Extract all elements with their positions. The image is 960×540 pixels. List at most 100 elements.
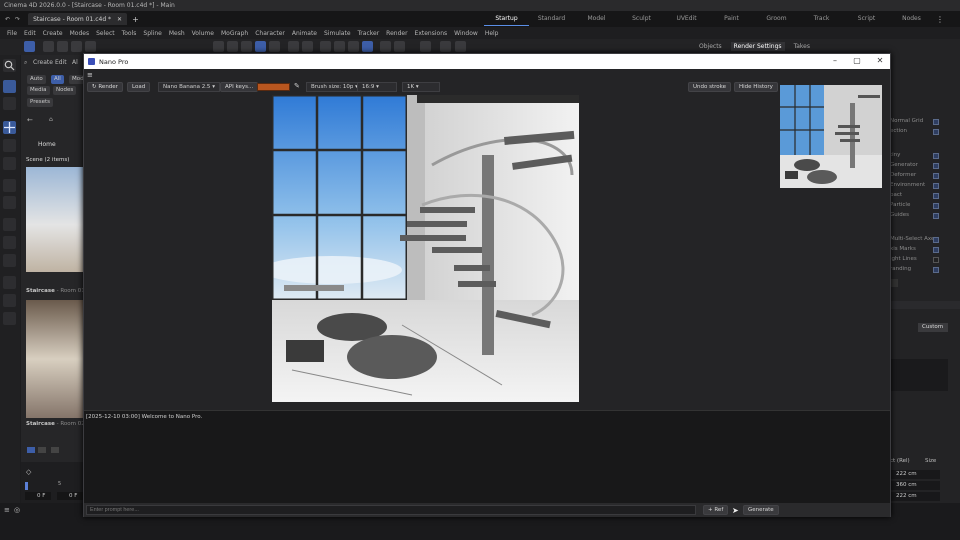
menu-help[interactable]: Help <box>485 30 499 37</box>
coordinate-system-icon[interactable] <box>85 41 96 52</box>
menu-file[interactable]: File <box>7 30 17 37</box>
checkbox[interactable] <box>933 193 939 199</box>
render-region-icon[interactable] <box>362 41 373 52</box>
resolution-dropdown[interactable]: 1K ▾ <box>402 82 440 92</box>
layout-startup[interactable]: Startup <box>484 13 529 26</box>
layout-track[interactable]: Track <box>799 13 844 26</box>
checkbox[interactable] <box>933 129 939 135</box>
live-selection-icon[interactable] <box>3 97 16 110</box>
undo-stroke-button[interactable]: Undo stroke <box>688 82 732 92</box>
list-view-icon[interactable] <box>38 447 46 453</box>
menu-tools[interactable]: Tools <box>122 30 137 37</box>
menu-animate[interactable]: Animate <box>292 30 317 37</box>
menu-volume[interactable]: Volume <box>192 30 214 37</box>
maximize-icon[interactable]: ▢ <box>850 56 864 66</box>
breadcrumb-home[interactable]: Home <box>38 141 56 148</box>
presets-button[interactable]: Presets <box>27 98 54 107</box>
size-z-field[interactable]: 222 cm <box>890 492 940 501</box>
menu-tracker[interactable]: Tracker <box>358 30 380 37</box>
brush-color-swatch[interactable] <box>257 83 290 91</box>
render-view-icon[interactable] <box>440 41 451 52</box>
menu-window[interactable]: Window <box>454 30 478 37</box>
paint-tool-icon[interactable] <box>3 236 16 249</box>
points-mode-icon[interactable] <box>213 41 224 52</box>
snap-icon[interactable] <box>288 41 299 52</box>
layout-model[interactable]: Model <box>574 13 619 26</box>
undo-icon[interactable]: ↶ <box>5 16 10 23</box>
load-button[interactable]: Load <box>127 82 151 92</box>
menu-create[interactable]: Create <box>43 30 63 37</box>
move-tool-icon[interactable] <box>3 121 16 134</box>
polygons-mode-icon[interactable] <box>241 41 252 52</box>
tab-takes[interactable]: Takes <box>791 42 813 51</box>
menu-select[interactable]: Select <box>96 30 115 37</box>
gear-icon[interactable] <box>334 41 345 52</box>
redo-icon[interactable]: ↷ <box>15 16 20 23</box>
size-y-field[interactable]: 360 cm <box>890 481 940 490</box>
layout-nodes[interactable]: Nodes <box>889 13 934 26</box>
history-thumbnail[interactable] <box>780 85 882 188</box>
menu-icon[interactable]: ≡ <box>4 506 10 514</box>
brush-size-dropdown[interactable]: Brush size: 10p ▾ <box>306 82 363 92</box>
menu-mograph[interactable]: MoGraph <box>221 30 248 37</box>
keyframe-diamond-icon[interactable]: ◇ <box>26 468 31 476</box>
checkbox[interactable] <box>933 163 939 169</box>
checkbox[interactable] <box>933 153 939 159</box>
prompt-input[interactable] <box>86 505 696 515</box>
new-tab-icon[interactable]: + <box>132 15 139 24</box>
model-dropdown[interactable]: Nano Banana 2.5 ▾ <box>158 82 220 92</box>
grid-snap-icon[interactable] <box>348 41 359 52</box>
layout-groom[interactable]: Groom <box>754 13 799 26</box>
hide-history-button[interactable]: Hide History <box>734 82 778 92</box>
menu-spline[interactable]: Spline <box>143 30 161 37</box>
playhead[interactable] <box>25 482 28 490</box>
layout-script[interactable]: Script <box>844 13 889 26</box>
checkbox[interactable] <box>933 119 939 125</box>
home-icon[interactable]: ⌂ <box>49 116 53 123</box>
filter-auto[interactable]: Auto <box>27 75 46 84</box>
menu-modes[interactable]: Modes <box>70 30 89 37</box>
search-icon[interactable] <box>3 59 16 72</box>
menu-extensions[interactable]: Extensions <box>415 30 448 37</box>
transform-tool-icon[interactable] <box>3 179 16 192</box>
layout-sculpt[interactable]: Sculpt <box>619 13 664 26</box>
keyframe-icon[interactable] <box>394 41 405 52</box>
magnet-tool-icon[interactable] <box>3 218 16 231</box>
magnet-icon[interactable] <box>320 41 331 52</box>
checkbox[interactable] <box>933 257 939 263</box>
render-canvas[interactable] <box>272 95 579 402</box>
document-tab[interactable]: Staircase - Room 01.c4d * ✕ <box>28 13 128 25</box>
object-mode-icon[interactable] <box>255 41 266 52</box>
expand-icon[interactable] <box>890 279 898 287</box>
end-frame-field[interactable]: 0 F <box>57 492 83 500</box>
rotate-tool-icon[interactable] <box>3 139 16 152</box>
bucket-tool-icon[interactable] <box>3 312 16 325</box>
api-keys-button[interactable]: API keys... <box>220 82 259 92</box>
tab-render-settings[interactable]: Render Settings <box>730 41 785 51</box>
model-mode-icon[interactable] <box>24 41 35 52</box>
deformer-tool-icon[interactable] <box>3 254 16 267</box>
size-mode-label[interactable]: Size <box>925 458 936 464</box>
coordinate-mode-label[interactable]: ct (Rel) <box>890 458 910 464</box>
generate-button[interactable]: Generate <box>743 505 779 515</box>
render-button[interactable]: ↻ Render <box>87 82 123 92</box>
menu-edit[interactable]: Edit <box>24 30 36 37</box>
size-x-field[interactable]: 222 cm <box>890 470 940 479</box>
filter-all[interactable]: All <box>51 75 64 84</box>
checkbox[interactable] <box>933 213 939 219</box>
uv-mode-icon[interactable] <box>269 41 280 52</box>
minimize-icon[interactable]: – <box>828 56 842 66</box>
checkbox[interactable] <box>933 183 939 189</box>
close-tab-icon[interactable]: ✕ <box>117 16 122 23</box>
settings-icon[interactable] <box>420 41 431 52</box>
workplane-icon[interactable] <box>302 41 313 52</box>
menu-character[interactable]: Character <box>255 30 285 37</box>
timeline-icon[interactable] <box>380 41 391 52</box>
hamburger-menu-icon[interactable]: ≡ <box>87 72 95 79</box>
asset-thumbnail-room01[interactable] <box>26 167 83 272</box>
scale-tool-icon[interactable] <box>3 157 16 170</box>
more-options-icon[interactable]: ⋮ <box>936 15 944 24</box>
add-reference-button[interactable]: + Ref <box>703 505 729 515</box>
checkbox[interactable] <box>933 173 939 179</box>
brush-tool-icon[interactable] <box>3 276 16 289</box>
